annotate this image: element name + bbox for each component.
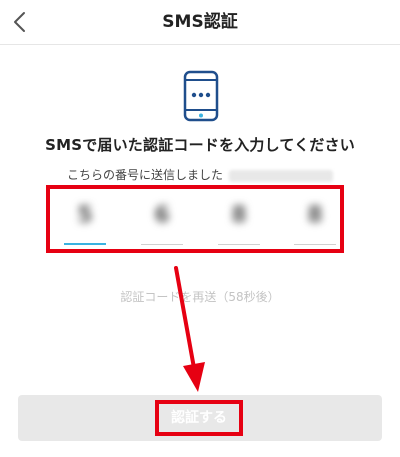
underline (218, 244, 260, 245)
resend-code-link[interactable]: 認証コードを再送（58秒後） (0, 288, 400, 305)
underline (294, 244, 336, 245)
code-digit: 8 (307, 203, 323, 228)
code-digit-field[interactable]: 8 (294, 197, 340, 249)
code-digit: 8 (231, 203, 247, 228)
submit-button[interactable] (18, 395, 382, 441)
code-digit: 5 (77, 203, 93, 228)
code-digit-field[interactable]: 8 (218, 197, 264, 249)
code-digit-field[interactable]: 6 (141, 197, 187, 249)
code-digit: 6 (154, 203, 170, 228)
page-title: SMS認証 (162, 12, 238, 32)
active-underline (64, 243, 106, 245)
masked-phone-number (229, 169, 333, 182)
sent-to-notice: こちらの番号に送信しました (0, 166, 400, 183)
instruction-heading: SMSで届いた認証コードを入力してください (45, 136, 355, 154)
code-digit-field[interactable]: 5 (64, 197, 110, 249)
verification-code-input: 5 6 8 8 (46, 185, 344, 253)
smartphone-message-icon (183, 70, 219, 122)
app-header: SMS認証 (0, 0, 400, 45)
underline (141, 244, 183, 245)
sent-to-label: こちらの番号に送信しました (66, 168, 223, 182)
